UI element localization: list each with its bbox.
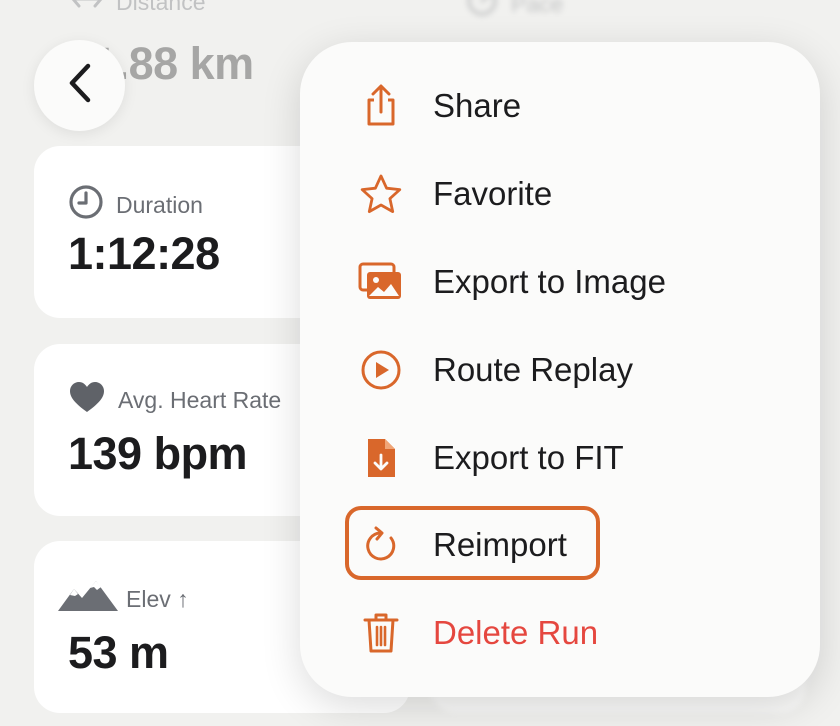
menu-item-share[interactable]: Share bbox=[300, 71, 820, 141]
menu-item-label: Route Replay bbox=[433, 351, 633, 388]
menu-item-delete-run[interactable]: Delete Run bbox=[300, 598, 820, 668]
menu-item-label: Delete Run bbox=[433, 614, 599, 651]
duration-label: Duration bbox=[116, 191, 203, 218]
heart-rate-value: 139 bpm bbox=[68, 428, 248, 479]
distance-label-row: Distance bbox=[70, 0, 205, 18]
chevron-left-icon bbox=[66, 62, 94, 109]
pace-label: Pace bbox=[511, 0, 564, 17]
elevation-label-row: Elev ↑ bbox=[56, 579, 189, 619]
play-circle-icon bbox=[358, 347, 404, 393]
elevation-value: 53 m bbox=[68, 627, 169, 678]
menu-item-label: Favorite bbox=[433, 175, 553, 212]
menu-item-favorite[interactable]: Favorite bbox=[300, 159, 820, 229]
duration-label-row: Duration bbox=[68, 184, 203, 226]
mountain-icon bbox=[56, 579, 120, 619]
star-icon bbox=[358, 171, 404, 217]
photos-icon bbox=[358, 259, 404, 305]
pace-label-row: Pace bbox=[465, 0, 563, 22]
menu-item-export-image[interactable]: Export to Image bbox=[300, 247, 820, 317]
duration-value: 1:12:28 bbox=[68, 228, 220, 279]
menu-item-label: Share bbox=[433, 87, 522, 124]
menu-item-label: Export to Image bbox=[433, 263, 666, 300]
elevation-label: Elev ↑ bbox=[126, 585, 189, 612]
heart-rate-label: Avg. Heart Rate bbox=[118, 386, 282, 413]
menu-item-route-replay[interactable]: Route Replay bbox=[300, 335, 820, 405]
distance-arrows-icon bbox=[70, 0, 104, 18]
menu-item-label: Export to FIT bbox=[433, 439, 624, 476]
back-button[interactable] bbox=[34, 40, 125, 131]
speedometer-icon bbox=[465, 0, 499, 22]
heart-icon bbox=[68, 380, 106, 420]
share-icon bbox=[358, 83, 404, 129]
menu-item-export-fit[interactable]: Export to FIT bbox=[300, 423, 820, 493]
trash-icon bbox=[358, 610, 404, 656]
clock-icon bbox=[68, 184, 104, 226]
reimport-highlight-box bbox=[345, 506, 600, 580]
context-menu: Share Favorite Export to Image Route Rep… bbox=[300, 42, 820, 697]
heart-rate-label-row: Avg. Heart Rate bbox=[68, 380, 281, 420]
file-download-icon bbox=[358, 435, 404, 481]
distance-label: Distance bbox=[116, 0, 206, 15]
